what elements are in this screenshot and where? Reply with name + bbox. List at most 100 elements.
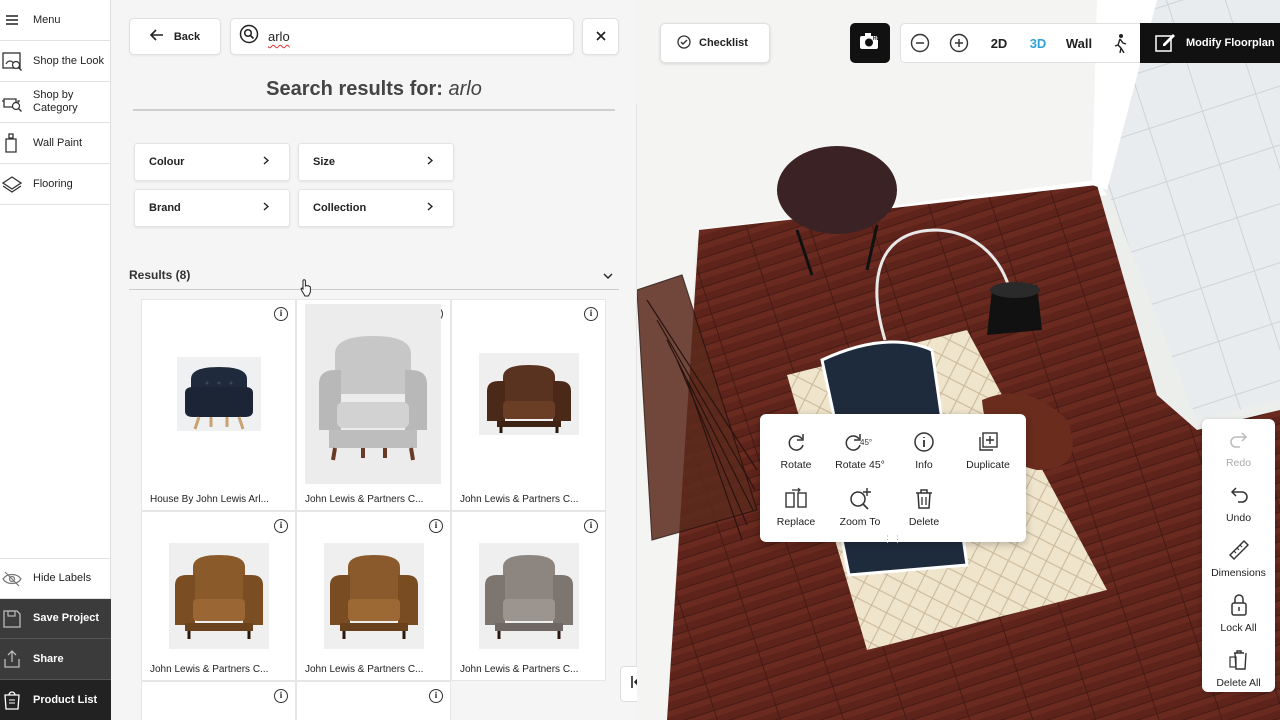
product-card[interactable]: i John Lewis & Partners C... — [296, 511, 451, 681]
filter-collection-label: Collection — [313, 202, 367, 214]
info-icon[interactable]: i — [429, 519, 443, 533]
back-button[interactable]: Back — [129, 18, 221, 55]
product-thumbnail — [305, 304, 441, 484]
info-icon[interactable]: i — [584, 307, 598, 321]
results-header[interactable]: Results (8) — [129, 260, 619, 290]
redo-label: Redo — [1225, 457, 1252, 469]
room-3d-view[interactable]: Checklist HD 2D 3D Wall Modify Floorplan… — [637, 0, 1280, 720]
product-card[interactable]: i John Lewis & Partners C... — [296, 299, 451, 511]
product-thumbnail — [321, 526, 427, 662]
rotate-label: Rotate — [780, 459, 812, 471]
nav-flooring-label: Flooring — [33, 177, 73, 190]
checklist-label: Checklist — [699, 37, 748, 49]
product-name: John Lewis & Partners C... — [305, 664, 424, 675]
info-button[interactable]: Info — [889, 428, 959, 471]
view-2d-button[interactable]: 2D — [979, 36, 1019, 51]
filter-size-label: Size — [313, 156, 336, 168]
info-icon[interactable]: i — [429, 689, 443, 703]
filter-colour[interactable]: Colour — [134, 143, 290, 181]
room-render — [637, 0, 1280, 720]
svg-text:45°: 45° — [860, 438, 872, 447]
chevron-right-icon — [263, 156, 270, 168]
close-search-button[interactable] — [582, 18, 619, 55]
arrow-left-icon — [149, 29, 164, 44]
nav-shop-the-look[interactable]: Shop the Look — [0, 41, 111, 82]
replace-button[interactable]: Replace — [761, 485, 831, 528]
nav-wall-paint[interactable]: Wall Paint — [0, 123, 111, 164]
product-card[interactable]: i John Lewis & Partners C... — [451, 511, 606, 681]
info-icon — [889, 428, 959, 456]
share-button[interactable]: Share — [0, 639, 111, 680]
product-card[interactable]: i — [296, 681, 451, 720]
ruler-icon — [1202, 537, 1275, 563]
save-icon — [1, 608, 23, 630]
info-icon[interactable]: i — [274, 519, 288, 533]
hide-labels-label: Hide Labels — [33, 572, 92, 584]
rotate-button[interactable]: Rotate — [761, 428, 831, 471]
hamburger-icon — [1, 9, 23, 31]
redo-button[interactable]: Redo — [1202, 427, 1275, 469]
filter-size[interactable]: Size — [298, 143, 454, 181]
product-thumbnail — [476, 526, 582, 662]
info-icon[interactable]: i — [274, 307, 288, 321]
check-circle-icon — [677, 34, 691, 52]
nav-flooring[interactable]: Flooring — [0, 164, 111, 205]
delete-label: Delete — [908, 516, 940, 528]
product-thumbnail — [476, 326, 582, 462]
view-3d-button[interactable]: 3D — [1019, 36, 1057, 51]
checklist-button[interactable]: Checklist — [660, 23, 770, 63]
rotate-45-button[interactable]: 45° Rotate 45° — [825, 428, 895, 471]
product-list-button[interactable]: Product List — [0, 680, 111, 720]
zoom-in-icon — [825, 485, 895, 513]
drag-handle-icon[interactable]: ⋮⋮ — [883, 534, 903, 545]
filter-colour-label: Colour — [149, 156, 185, 168]
results-count: Results (8) — [129, 267, 191, 282]
product-name: John Lewis & Partners C... — [460, 664, 579, 675]
side-tools: Redo Undo Dimensions Lock All Delete All — [1202, 419, 1275, 692]
shop-look-icon — [1, 50, 23, 72]
info-icon[interactable]: i — [584, 519, 598, 533]
info-icon[interactable]: i — [274, 689, 288, 703]
product-thumbnail — [166, 526, 272, 662]
rotate-45-icon: 45° — [825, 428, 895, 456]
zoom-to-button[interactable]: Zoom To — [825, 485, 895, 528]
chevron-right-icon — [427, 202, 434, 214]
product-card[interactable]: i House By John Lewis Arl... — [141, 299, 296, 511]
hand-cursor-icon — [299, 279, 313, 302]
nav-shop-by-category-label: Shop by Category — [33, 89, 78, 114]
zoom-in-button[interactable] — [939, 33, 979, 53]
product-card[interactable]: i John Lewis & Partners C... — [451, 299, 606, 511]
product-name: John Lewis & Partners C... — [150, 664, 269, 675]
menu-button[interactable]: Menu — [0, 0, 111, 41]
nav-shop-by-category[interactable]: Shop by Category — [0, 82, 111, 123]
modify-floorplan-button[interactable]: Modify Floorplan — [1140, 23, 1280, 63]
search-query-text: arlo — [268, 29, 290, 44]
shopping-bag-icon — [1, 689, 23, 711]
hide-labels-button[interactable]: Hide Labels — [0, 558, 111, 599]
dimensions-button[interactable]: Dimensions — [1202, 537, 1275, 579]
search-icon — [239, 24, 259, 49]
duplicate-icon — [953, 428, 1023, 456]
svg-text:HD: HD — [873, 36, 881, 42]
hd-snapshot-button[interactable]: HD — [850, 23, 890, 63]
save-project-button[interactable]: Save Project — [0, 599, 111, 639]
filter-brand[interactable]: Brand — [134, 189, 290, 227]
zoom-out-button[interactable] — [901, 33, 939, 53]
edit-floorplan-icon — [1154, 31, 1176, 56]
lock-all-button[interactable]: Lock All — [1202, 592, 1275, 634]
close-icon — [595, 28, 606, 46]
delete-button[interactable]: Delete — [889, 485, 959, 528]
walk-mode-button[interactable] — [1101, 33, 1139, 53]
product-card[interactable]: i John Lewis & Partners C... — [141, 511, 296, 681]
search-input[interactable]: arlo — [230, 18, 574, 55]
redo-icon — [1202, 427, 1275, 453]
rotate-45-label: Rotate 45° — [835, 459, 885, 471]
product-card[interactable]: i — [141, 681, 296, 720]
view-wall-button[interactable]: Wall — [1057, 36, 1101, 51]
rotate-icon — [761, 428, 831, 456]
delete-all-button[interactable]: Delete All — [1202, 647, 1275, 689]
filter-collection[interactable]: Collection — [298, 189, 454, 227]
undo-button[interactable]: Undo — [1202, 482, 1275, 524]
duplicate-button[interactable]: Duplicate — [953, 428, 1023, 471]
camera-hd-icon: HD — [859, 32, 881, 55]
